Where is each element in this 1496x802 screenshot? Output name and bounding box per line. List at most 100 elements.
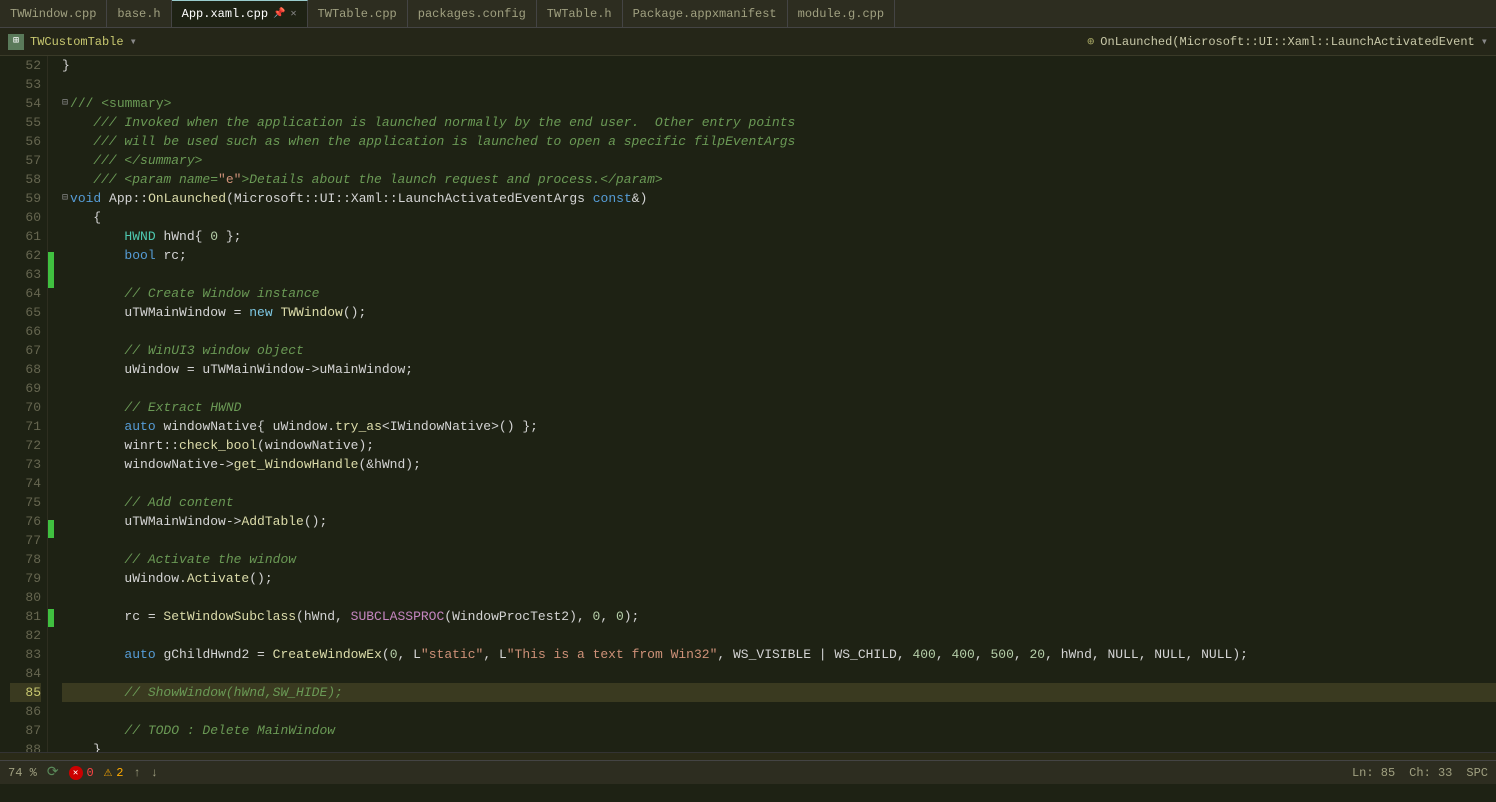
tab-label: TWTable.cpp — [318, 7, 397, 21]
line-numbers: 52 53 54 55 56 57 58 59 60 61 62 63 64 6… — [6, 56, 48, 752]
code-line — [62, 626, 1496, 645]
editor-area: 52 53 54 55 56 57 58 59 60 61 62 63 64 6… — [0, 56, 1496, 752]
line-num: 66 — [10, 322, 41, 341]
line-num: 54 — [10, 94, 41, 113]
close-icon[interactable]: ✕ — [291, 8, 297, 20]
encoding: SPC — [1466, 766, 1488, 780]
warning-indicator: ⚠ 2 — [104, 764, 124, 781]
line-num: 57 — [10, 151, 41, 170]
code-content[interactable]: } ⊟/// <summary> /// Invoked when the ap… — [54, 56, 1496, 752]
code-line: // WinUI3 window object — [62, 341, 1496, 360]
code-line: uTWMainWindow->AddTable(); — [62, 512, 1496, 531]
collapse-icon[interactable]: ⊟ — [62, 189, 68, 208]
tab-packages[interactable]: packages.config — [408, 0, 537, 27]
code-line: windowNative->get_WindowHandle(&hWnd); — [62, 455, 1496, 474]
code-line — [62, 379, 1496, 398]
line-num: 56 — [10, 132, 41, 151]
code-line — [62, 531, 1496, 550]
code-line: rc = SetWindowSubclass(hWnd, SUBCLASSPRO… — [62, 607, 1496, 626]
status-right: Ln: 85 Ch: 33 SPC — [1352, 766, 1488, 780]
line-num: 75 — [10, 493, 41, 512]
line-num: 63 — [10, 265, 41, 284]
line-num: 78 — [10, 550, 41, 569]
line-num: 58 — [10, 170, 41, 189]
code-line: /// </summary> — [62, 151, 1496, 170]
line-num: 88 — [10, 740, 41, 752]
code-line: winrt::check_bool(windowNative); — [62, 436, 1496, 455]
up-nav[interactable]: ↑ — [133, 766, 140, 780]
code-line — [62, 265, 1496, 284]
method-name: OnLaunched(Microsoft::UI::Xaml::LaunchAc… — [1100, 35, 1474, 49]
tab-twwindow[interactable]: TWWindow.cpp — [0, 0, 107, 27]
tab-bar: TWWindow.cpp base.h App.xaml.cpp 📌 ✕ TWT… — [0, 0, 1496, 28]
line-num: 86 — [10, 702, 41, 721]
tab-label: TWWindow.cpp — [10, 7, 96, 21]
line-num: 82 — [10, 626, 41, 645]
line-num: 68 — [10, 360, 41, 379]
line-num: 65 — [10, 303, 41, 322]
code-line: uTWMainWindow = new TWWindow(); — [62, 303, 1496, 322]
line-num: 85 — [10, 683, 41, 702]
error-count: 0 — [87, 766, 94, 780]
code-line — [62, 588, 1496, 607]
code-line — [62, 75, 1496, 94]
line-num: 72 — [10, 436, 41, 455]
code-line: // TODO : Delete MainWindow — [62, 721, 1496, 740]
line-num: 55 — [10, 113, 41, 132]
warning-count: 2 — [116, 766, 123, 780]
status-bar: 74 % ⟳ ✕ 0 ⚠ 2 ↑ ↓ Ln: 85 Ch: 33 SPC — [0, 760, 1496, 784]
code-line: /// <param name="e">Details about the la… — [62, 170, 1496, 189]
code-line: /// will be used such as when the applic… — [62, 132, 1496, 151]
code-line: } — [62, 740, 1496, 752]
line-num: 84 — [10, 664, 41, 683]
tab-label: base.h — [117, 7, 160, 21]
code-line: bool rc; — [62, 246, 1496, 265]
method-dropdown[interactable]: ▾ — [1481, 34, 1488, 49]
tab-label: module.g.cpp — [798, 7, 884, 21]
tab-appxaml[interactable]: App.xaml.cpp 📌 ✕ — [172, 0, 308, 27]
error-indicator: ✕ 0 — [69, 766, 94, 780]
code-line: ⊟/// <summary> — [62, 94, 1496, 113]
tab-label: TWTable.h — [547, 7, 612, 21]
line-num: 71 — [10, 417, 41, 436]
collapse-icon[interactable]: ⊟ — [62, 94, 68, 113]
line-num: 81 — [10, 607, 41, 626]
context-bar: ⊞ TWCustomTable ▾ ⊕ OnLaunched(Microsoft… — [0, 28, 1496, 56]
cursor-line: Ln: 85 — [1352, 766, 1395, 780]
code-line: } — [62, 56, 1496, 75]
pin-icon: 📌 — [273, 8, 285, 20]
method-section: ⊕ OnLaunched(Microsoft::UI::Xaml::Launch… — [1087, 34, 1488, 49]
tab-label: App.xaml.cpp — [182, 7, 268, 21]
class-dropdown[interactable]: ▾ — [130, 34, 137, 49]
line-num: 60 — [10, 208, 41, 227]
code-line — [62, 702, 1496, 721]
code-line: uWindow = uTWMainWindow->uMainWindow; — [62, 360, 1496, 379]
code-line — [62, 474, 1496, 493]
line-num: 77 — [10, 531, 41, 550]
scrollbar-horizontal[interactable] — [0, 752, 1496, 760]
tab-twtableh[interactable]: TWTable.h — [537, 0, 623, 27]
code-line — [62, 322, 1496, 341]
tab-moduleg[interactable]: module.g.cpp — [788, 0, 895, 27]
line-num: 53 — [10, 75, 41, 94]
line-num: 67 — [10, 341, 41, 360]
line-num: 69 — [10, 379, 41, 398]
line-num: 61 — [10, 227, 41, 246]
code-line: // Create Window instance — [62, 284, 1496, 303]
sync-icon: ⟳ — [47, 764, 59, 781]
code-line-current: // ShowWindow(hWnd,SW_HIDE); — [62, 683, 1496, 702]
line-num: 64 — [10, 284, 41, 303]
tab-package[interactable]: Package.appxmanifest — [623, 0, 788, 27]
line-num: 80 — [10, 588, 41, 607]
error-icon: ✕ — [69, 766, 83, 780]
line-num: 59 — [10, 189, 41, 208]
zoom-level: 74 % — [8, 766, 37, 780]
down-nav[interactable]: ↓ — [151, 766, 158, 780]
tab-label: packages.config — [418, 7, 526, 21]
code-line: // Add content — [62, 493, 1496, 512]
code-line — [62, 664, 1496, 683]
line-num: 73 — [10, 455, 41, 474]
tab-base[interactable]: base.h — [107, 0, 171, 27]
tab-twtable[interactable]: TWTable.cpp — [308, 0, 408, 27]
code-line: HWND hWnd{ 0 }; — [62, 227, 1496, 246]
